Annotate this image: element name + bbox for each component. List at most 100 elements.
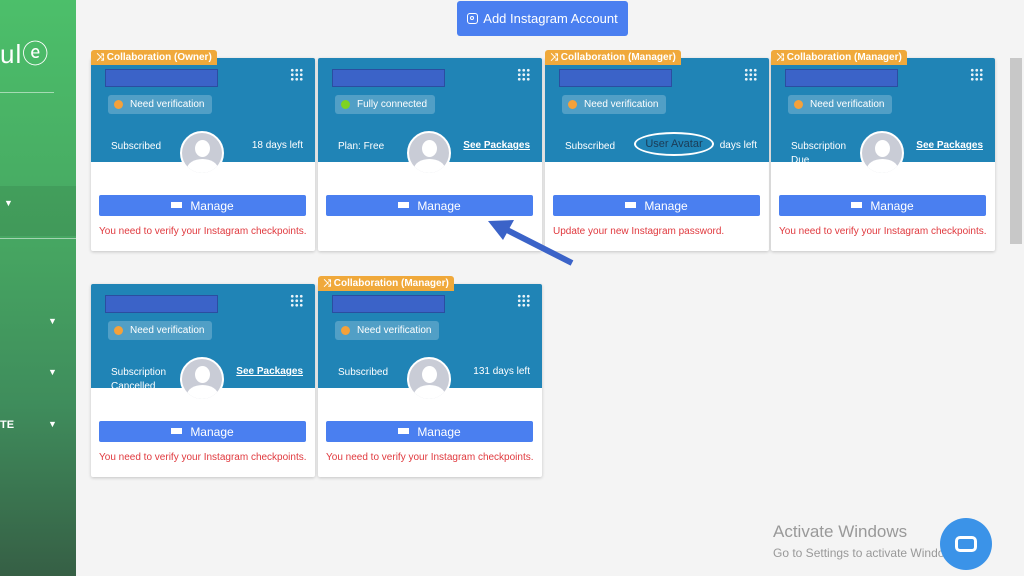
divider <box>0 92 54 93</box>
status-dot <box>114 100 123 109</box>
add-account-label: Add Instagram Account <box>483 11 618 26</box>
scrollbar[interactable] <box>1010 58 1022 244</box>
activate-windows-title: Activate Windows <box>773 522 908 541</box>
caret-down-icon[interactable]: ▼ <box>48 316 57 326</box>
manage-label: Manage <box>417 424 461 439</box>
manage-button[interactable]: Manage <box>553 195 760 216</box>
manage-icon <box>851 201 863 210</box>
manage-button[interactable]: Manage <box>326 195 533 216</box>
see-packages-link[interactable]: See Packages <box>463 140 530 151</box>
redacted-username <box>559 69 672 87</box>
subscription-status: Subscribed <box>338 367 389 378</box>
status-badge: Need verification <box>335 321 440 340</box>
collaboration-badge: ⤨ Collaboration (Manager) <box>545 50 681 65</box>
grid-menu-icon[interactable] <box>290 294 303 307</box>
status-badge: Need verification <box>108 95 213 114</box>
sidebar-item-active[interactable] <box>0 186 76 236</box>
account-card: ⤨ Collaboration (Owner) Need verificatio… <box>91 50 315 251</box>
chat-icon <box>955 536 977 552</box>
redacted-username <box>105 69 218 87</box>
account-card: Need verification Subscription Cancelled… <box>91 284 315 477</box>
account-card: ⤨ Collaboration (Manager) Need verificat… <box>771 50 995 251</box>
status-label: Need verification <box>584 99 659 110</box>
manage-icon <box>398 201 410 210</box>
collaboration-badge: ⤨ Collaboration (Owner) <box>91 50 217 65</box>
manage-button[interactable]: Manage <box>779 195 986 216</box>
manage-icon <box>398 427 410 436</box>
avatar <box>180 357 224 401</box>
subscription-status: Subscribed <box>111 141 162 152</box>
manage-label: Manage <box>190 198 234 213</box>
shuffle-icon: ⤨ <box>550 52 558 63</box>
caret-down-icon[interactable]: ▼ <box>48 367 57 377</box>
avatar <box>860 131 904 175</box>
status-label: Need verification <box>130 99 205 110</box>
subscription-status: Subscription Due <box>791 141 847 166</box>
avatar-broken-image: User Avatar <box>634 132 714 156</box>
manage-icon <box>171 427 183 436</box>
grid-menu-icon[interactable] <box>290 68 303 81</box>
shuffle-icon: ⤨ <box>323 278 331 289</box>
logo: ulⓔ <box>0 39 50 69</box>
redacted-username <box>332 295 445 313</box>
caret-down-icon[interactable]: ▼ <box>4 198 13 208</box>
divider <box>0 238 76 239</box>
shuffle-icon: ⤨ <box>96 52 104 63</box>
status-badge: Fully connected <box>335 95 436 114</box>
error-message: Update your new Instagram password. <box>553 226 725 237</box>
status-dot <box>341 326 350 335</box>
manage-button[interactable]: Manage <box>326 421 533 442</box>
days-left: 131 days left <box>473 366 530 377</box>
grid-menu-icon[interactable] <box>517 294 530 307</box>
manage-button[interactable]: Manage <box>99 421 306 442</box>
redacted-username <box>785 69 898 87</box>
status-badge: Need verification <box>788 95 893 114</box>
status-dot <box>341 100 350 109</box>
status-label: Need verification <box>810 99 885 110</box>
avatar <box>180 131 224 175</box>
subscription-status: Subscription Cancelled <box>111 367 167 392</box>
status-dot <box>568 100 577 109</box>
collaboration-badge: ⤨ Collaboration (Manager) <box>771 50 907 65</box>
collaboration-badge: ⤨ Collaboration (Manager) <box>318 276 454 291</box>
days-left: 18 days left <box>251 140 303 151</box>
badge-label: Collaboration (Manager) <box>560 52 676 63</box>
activate-windows-subtitle: Go to Settings to activate Windows. <box>773 546 963 560</box>
status-label: Fully connected <box>357 99 428 110</box>
status-dot <box>794 100 803 109</box>
avatar <box>407 357 451 401</box>
sidebar-item-label[interactable]: TE <box>0 419 14 431</box>
manage-icon <box>625 201 637 210</box>
manage-label: Manage <box>417 198 461 213</box>
days-left: days left <box>719 140 757 151</box>
instagram-icon <box>467 13 479 24</box>
badge-label: Collaboration (Manager) <box>786 52 902 63</box>
error-message: You need to verify your Instagram checkp… <box>779 226 987 237</box>
badge-label: Collaboration (Owner) <box>106 52 212 63</box>
error-message: You need to verify your Instagram checkp… <box>326 452 534 463</box>
badge-label: Collaboration (Manager) <box>333 278 449 289</box>
sidebar: ulⓔ ▼ ▼ ▼ TE ▼ <box>0 0 76 576</box>
grid-menu-icon[interactable] <box>517 68 530 81</box>
manage-button[interactable]: Manage <box>99 195 306 216</box>
caret-down-icon[interactable]: ▼ <box>48 419 57 429</box>
add-instagram-account-button[interactable]: Add Instagram Account <box>457 1 628 36</box>
grid-menu-icon[interactable] <box>970 68 983 81</box>
chat-button[interactable] <box>940 518 992 570</box>
account-card: ⤨ Collaboration (Manager) Need verificat… <box>545 50 769 251</box>
status-badge: Need verification <box>108 321 213 340</box>
status-badge: Need verification <box>562 95 667 114</box>
error-message: You need to verify your Instagram checkp… <box>99 226 307 237</box>
see-packages-link[interactable]: See Packages <box>916 140 983 151</box>
error-message: You need to verify your Instagram checkp… <box>99 452 307 463</box>
account-card: ⤨ Collaboration (Manager) Need verificat… <box>318 276 542 477</box>
status-label: Need verification <box>130 325 205 336</box>
status-dot <box>114 326 123 335</box>
redacted-username <box>332 69 445 87</box>
avatar <box>407 131 451 175</box>
manage-label: Manage <box>644 198 688 213</box>
shuffle-icon: ⤨ <box>776 52 784 63</box>
see-packages-link[interactable]: See Packages <box>236 366 303 377</box>
manage-label: Manage <box>870 198 914 213</box>
grid-menu-icon[interactable] <box>744 68 757 81</box>
